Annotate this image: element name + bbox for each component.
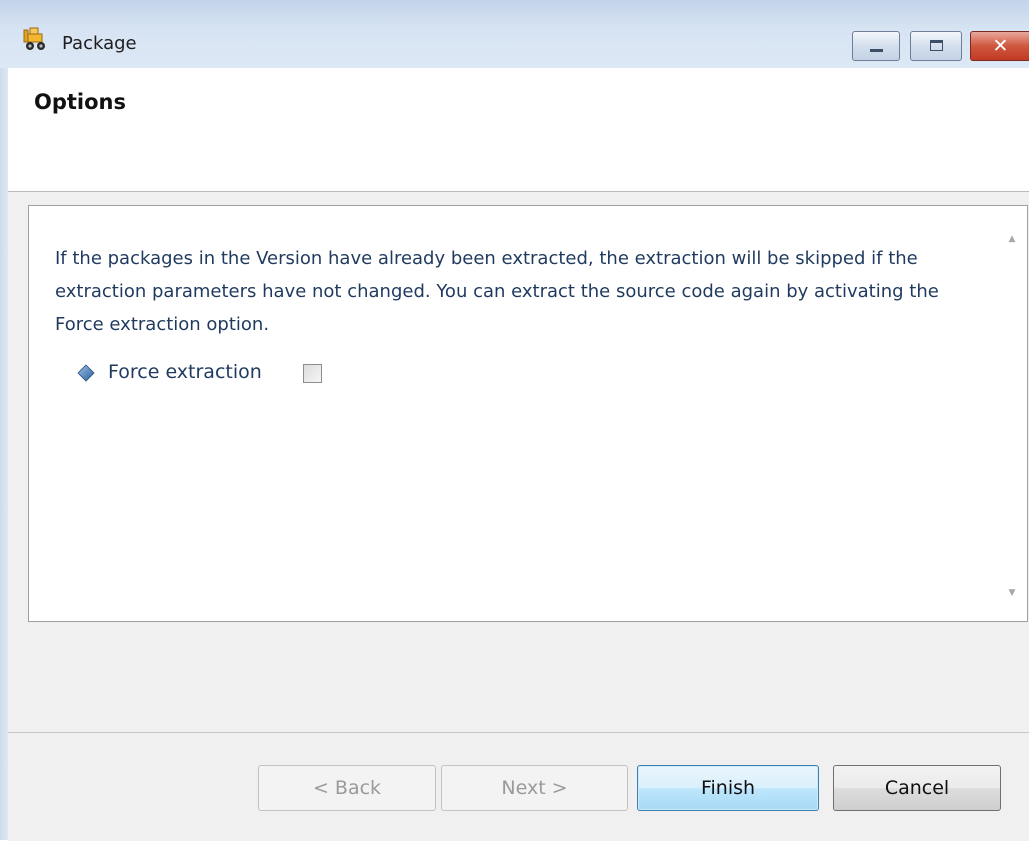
minimize-button[interactable] [852, 31, 900, 61]
page-title: Options [34, 90, 126, 114]
window-title: Package [62, 33, 137, 54]
finish-button[interactable]: Finish [637, 765, 819, 811]
force-extraction-label: Force extraction [108, 361, 262, 383]
scroll-down-icon[interactable]: ▼ [1006, 588, 1018, 598]
options-panel: If the packages in the Version have alre… [28, 205, 1028, 622]
minimize-icon [870, 49, 883, 52]
vertical-scrollbar[interactable]: ▲ ▼ [997, 206, 1027, 621]
description-text: If the packages in the Version have alre… [55, 248, 939, 335]
close-icon: ✕ [992, 35, 1009, 57]
back-button[interactable]: < Back [258, 765, 436, 811]
diamond-icon [77, 364, 95, 382]
close-button[interactable]: ✕ [970, 31, 1029, 61]
title-bar[interactable]: Package ✕ [0, 0, 1029, 68]
wizard-content: If the packages in the Version have alre… [8, 192, 1029, 732]
wizard-header: Options [8, 68, 1029, 192]
maximize-icon [930, 40, 943, 51]
forklift-icon [22, 26, 58, 52]
cancel-button[interactable]: Cancel [833, 765, 1001, 811]
force-extraction-checkbox[interactable] [303, 364, 322, 383]
button-bar: < Back Next > Finish Cancel [8, 732, 1029, 841]
scroll-up-icon[interactable]: ▲ [1006, 234, 1018, 244]
maximize-button[interactable] [910, 31, 962, 61]
next-button[interactable]: Next > [441, 765, 628, 811]
window-frame-edge [0, 0, 8, 840]
package-dialog: Package ✕ Options If the packages in the… [0, 0, 1029, 841]
